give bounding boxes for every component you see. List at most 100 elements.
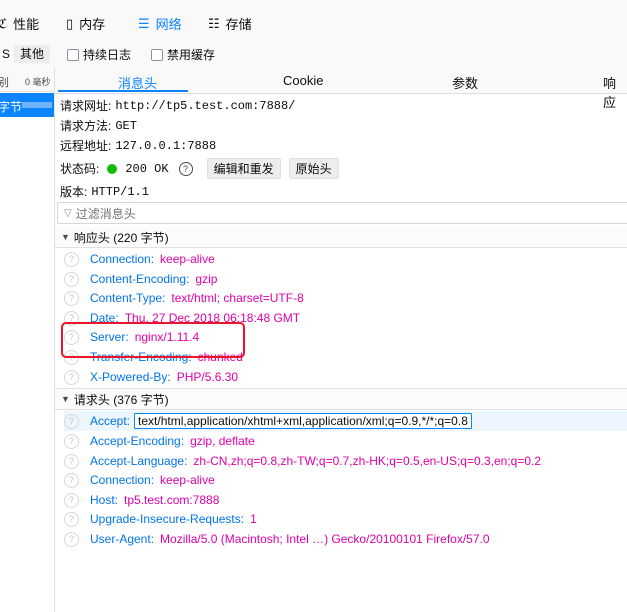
response-headers-title: 响应头 (220 字节) [73,230,169,245]
help-icon: ? [64,531,79,547]
help-icon: ? [64,492,79,508]
header-name: Accept-Language: [90,454,188,468]
request-header-row[interactable]: ? Accept: text/html,application/xhtml+xm… [64,412,472,430]
header-name: Connection: [90,473,155,487]
http-version-value: HTTP/1.1 [91,184,149,199]
timing-bar [22,102,52,108]
response-headers-section-header[interactable]: ▼ 响应头 (220 字节) [55,227,627,248]
devtools-tool-tabs: ℭ 性能 ▯ 内存 ☰ 网络 ☷ 存储 [0,0,627,46]
header-value: gzip [195,272,218,286]
help-icon: ? [64,290,79,306]
request-url-label: 请求网址: [60,99,112,113]
persist-logs-label: 持续日志 [83,48,132,62]
request-list [0,67,55,612]
persist-logs-checkbox[interactable]: 持续日志 [67,46,131,63]
filter-type-other-button[interactable]: 其他 [14,45,51,63]
edit-resend-button[interactable]: 编辑和重发 [206,158,281,179]
server-header-highlight-annotation [61,322,245,358]
header-value: 1 [250,512,257,526]
header-value: Mozilla/5.0 (Macintosh; Intel …) Gecko/2… [160,532,490,546]
header-name: Upgrade-Insecure-Requests: [90,512,245,526]
header-name: Accept-Encoding: [90,434,185,448]
http-version-label: 版本: [60,185,88,199]
tab-cookies[interactable]: Cookie [283,73,323,88]
details-tabs: 消息头 Cookie 参数 响应 [55,67,627,110]
filter-headers-input[interactable]: ▽ 过滤消息头 [57,202,627,224]
tab-network-label: 网络 [155,17,182,32]
header-name: Content-Encoding: [90,272,190,286]
request-method-label: 请求方法: [60,119,112,133]
header-name: Content-Type: [90,291,166,305]
remote-address-value: 127.0.0.1:7888 [115,138,217,153]
disable-cache-checkbox[interactable]: 禁用缓存 [151,46,215,63]
http-version-row: 版本: HTTP/1.1 [60,183,149,200]
header-value: keep-alive [160,473,215,487]
request-headers-title: 请求头 (376 字节) [73,392,169,407]
request-header-row[interactable]: ? User-Agent: Mozilla/5.0 (Macintosh; In… [64,530,490,548]
memory-icon: ▯ [66,15,74,31]
request-header-row[interactable]: ? Connection: keep-alive [64,471,215,489]
tab-memory-label: 内存 [79,17,106,32]
raw-headers-button[interactable]: 原始头 [288,158,339,179]
column-header-timeline[interactable]: 0 毫秒 [25,75,51,88]
response-header-row[interactable]: ? X-Powered-By: PHP/5.6.30 [64,368,238,386]
request-header-row[interactable]: ? Upgrade-Insecure-Requests: 1 [64,510,257,528]
request-url-row: 请求网址: http://tp5.test.com:7888/ [60,97,295,114]
request-size-label: 字节 [0,100,23,114]
request-headers-section-header[interactable]: ▼ 请求头 (376 字节) [55,388,627,410]
storage-icon: ☷ [208,15,220,31]
request-list-header: 别 0 毫秒 [0,67,54,92]
status-code-label: 状态码: [60,162,100,176]
header-value-editor[interactable]: text/html,application/xhtml+xml,applicat… [134,413,472,429]
help-icon: ? [64,511,79,527]
remote-address-row: 远程地址: 127.0.0.1:7888 [60,137,216,154]
tab-params[interactable]: 参数 [452,73,478,92]
network-icon: ☰ [138,15,150,31]
status-ok-dot-icon [107,163,118,174]
tab-performance-label: 性能 [13,17,40,32]
help-icon: ? [64,271,79,287]
request-header-row[interactable]: ? Host: tp5.test.com:7888 [64,491,219,509]
help-icon: ? [64,369,79,385]
performance-icon: ℭ [0,15,8,31]
column-header-type[interactable]: 别 [0,74,9,90]
request-url-value: http://tp5.test.com:7888/ [115,98,296,113]
header-value: tp5.test.com:7888 [124,493,220,507]
header-value: PHP/5.6.30 [176,370,239,384]
help-icon: ? [64,433,79,449]
expand-triangle-icon: ▼ [61,232,70,242]
header-name: X-Powered-By: [90,370,171,384]
request-header-row[interactable]: ? Accept-Language: zh-CN,zh;q=0.8,zh-TW;… [64,452,541,470]
response-header-row[interactable]: ? Connection: keep-alive [64,250,215,268]
response-header-row[interactable]: ? Content-Type: text/html; charset=UTF-8 [64,289,304,307]
tab-network[interactable]: ☰ 网络 [138,14,182,33]
network-filter-toolbar: S 其他 持续日志 禁用缓存 [0,41,627,68]
expand-triangle-icon: ▼ [61,394,70,404]
active-tab-indicator [58,90,188,92]
request-method-value: GET [115,118,137,133]
tab-response[interactable]: 响应 [603,73,627,111]
help-icon: ? [64,251,79,267]
header-name: Connection: [90,252,155,266]
help-icon: ? [64,472,79,488]
tab-storage[interactable]: ☷ 存储 [208,14,252,33]
filter-icon: ▽ [64,207,72,219]
tab-memory[interactable]: ▯ 内存 [66,14,105,33]
header-name: User-Agent: [90,532,155,546]
response-header-row[interactable]: ? Content-Encoding: gzip [64,270,217,288]
status-code-row: 状态码: 200 OK ? 编辑和重发 原始头 [60,158,339,179]
checkbox-box [151,48,163,61]
request-header-row[interactable]: ? Accept-Encoding: gzip, deflate [64,432,255,450]
header-name: Host: [90,493,119,507]
request-method-row: 请求方法: GET [60,117,137,134]
header-value: keep-alive [160,252,215,266]
tab-performance[interactable]: ℭ 性能 [0,14,39,33]
tab-storage-label: 存储 [225,17,252,32]
help-icon[interactable]: ? [178,161,193,176]
selected-request-row[interactable]: 字节 [0,93,54,117]
filter-headers-placeholder: 过滤消息头 [75,206,136,221]
status-code-value: 200 OK [125,161,169,176]
help-icon: ? [64,413,79,429]
header-value: zh-CN,zh;q=0.8,zh-TW;q=0.7,zh-HK;q=0.5,e… [193,454,542,468]
header-value: gzip, deflate [190,434,255,448]
